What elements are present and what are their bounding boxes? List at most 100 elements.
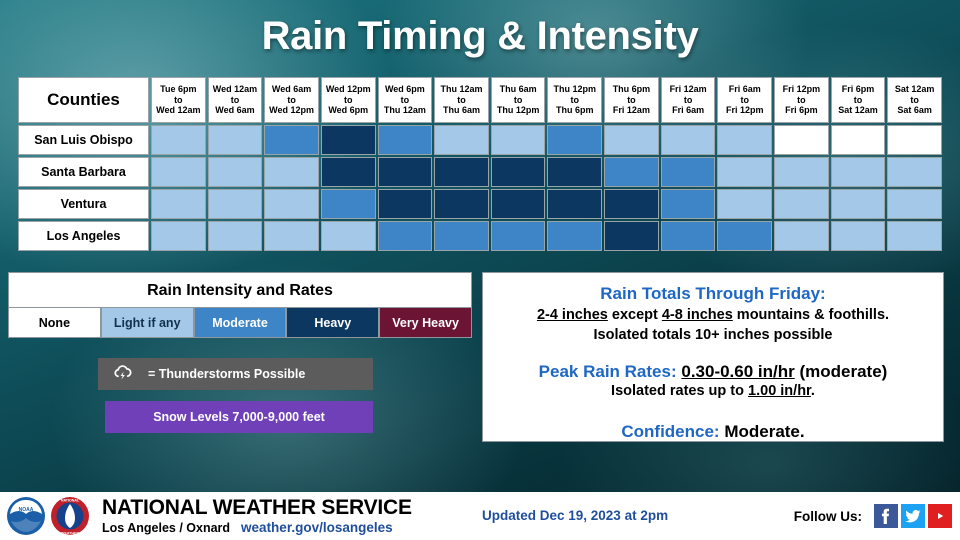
totals-tail: mountains & foothills. xyxy=(732,307,890,323)
counties-header: Counties xyxy=(18,77,149,123)
table-row: Los Angeles xyxy=(18,221,942,251)
snow-level-box: Snow Levels 7,000-9,000 feet xyxy=(105,401,373,433)
office-name: Los Angeles / Oxnard xyxy=(102,520,231,535)
period-header-7: Thu 6am to Thu 12pm xyxy=(490,77,546,123)
period-header-1: Tue 6pm to Wed 12am xyxy=(151,77,206,123)
intensity-cell xyxy=(887,157,942,187)
intensity-cell xyxy=(717,221,773,251)
intensity-cell xyxy=(434,157,489,187)
intensity-cell xyxy=(830,221,886,251)
timing-table-container: Counties Tue 6pm to Wed 12am Wed 12am to Wed … xyxy=(16,75,944,253)
rates-line2-post: . xyxy=(810,383,815,400)
confidence-heading: Confidence: xyxy=(621,421,720,441)
intensity-cell xyxy=(490,157,546,187)
totals-connector: except xyxy=(607,307,662,323)
intensity-cell xyxy=(151,221,206,251)
thunderstorm-icon xyxy=(112,363,134,385)
totals-range-high: 4-8 inches xyxy=(661,307,733,323)
follow-us-group: Follow Us: xyxy=(794,504,952,528)
table-body: San Luis Obispo Santa Barbara Ventura Los A… xyxy=(18,125,942,251)
intensity-cell xyxy=(264,157,319,187)
period-header-14: Sat 12am to Sat 6am xyxy=(887,77,942,123)
rates-line2-value: 1.00 in/hr xyxy=(748,383,811,400)
twitter-icon[interactable] xyxy=(901,504,925,528)
intensity-cell xyxy=(377,125,433,155)
intensity-cell xyxy=(490,189,546,219)
rain-timing-table: Counties Tue 6pm to Wed 12am Wed 12am to Wed … xyxy=(16,75,944,253)
intensity-cell xyxy=(207,157,263,187)
table-header-row: Counties Tue 6pm to Wed 12am Wed 12am to Wed … xyxy=(18,77,942,123)
rates-qualifier: (moderate) xyxy=(794,362,888,382)
facebook-icon[interactable] xyxy=(874,504,898,528)
intensity-cell xyxy=(717,189,773,219)
intensity-cell xyxy=(660,221,716,251)
period-header-9: Thu 6pm to Fri 12am xyxy=(604,77,659,123)
svg-text:NATIONAL: NATIONAL xyxy=(61,499,80,503)
intensity-cell xyxy=(830,157,886,187)
intensity-cell xyxy=(660,157,716,187)
intensity-cell xyxy=(717,157,773,187)
rates-line-2: Isolated rates up to 1.00 in/hr. xyxy=(483,382,943,402)
table-row: Ventura xyxy=(18,189,942,219)
youtube-icon[interactable] xyxy=(928,504,952,528)
intensity-cell xyxy=(660,125,716,155)
legend-panel: Rain Intensity and Rates None Light if an… xyxy=(8,272,472,338)
intensity-cell xyxy=(774,189,829,219)
thunderstorm-legend-box: = Thunderstorms Possible xyxy=(98,358,373,390)
intensity-cell xyxy=(434,221,489,251)
legend-swatch-moderate: Moderate xyxy=(193,308,287,338)
updated-timestamp: Updated Dec 19, 2023 at 2pm xyxy=(482,508,669,523)
svg-text:WEATHER: WEATHER xyxy=(61,531,79,535)
period-header-4: Wed 12pm to Wed 6pm xyxy=(320,77,376,123)
intensity-cell xyxy=(887,221,942,251)
intensity-cell xyxy=(887,189,942,219)
intensity-cell xyxy=(151,157,206,187)
intensity-cell xyxy=(604,125,659,155)
rain-timing-infographic: Rain Timing & Intensity Counties Tue 6pm… xyxy=(0,0,960,540)
intensity-cell xyxy=(320,221,376,251)
intensity-cell xyxy=(151,125,206,155)
period-header-10: Fri 12am to Fri 6am xyxy=(660,77,716,123)
nws-wordmark: NATIONAL WEATHER SERVICE Los Angeles / O… xyxy=(102,497,412,534)
intensity-cell xyxy=(320,157,376,187)
intensity-cell xyxy=(207,125,263,155)
page-title: Rain Timing & Intensity xyxy=(261,14,699,58)
rates-heading: Peak Rain Rates: xyxy=(538,362,677,382)
intensity-cell xyxy=(264,189,319,219)
intensity-cell xyxy=(264,125,319,155)
intensity-cell xyxy=(830,125,886,155)
footer-branding: NOAA NATIONAL WEATHER NATIONAL WEATHER S… xyxy=(0,496,412,536)
period-header-12: Fri 12pm to Fri 6pm xyxy=(774,77,829,123)
period-header-2: Wed 12am to Wed 6am xyxy=(207,77,263,123)
legend-scale: None Light if any Moderate Heavy Very Heavy xyxy=(8,308,472,338)
legend-swatch-heavy: Heavy xyxy=(286,308,380,338)
totals-heading: Rain Totals Through Friday: xyxy=(600,284,826,303)
svg-text:NOAA: NOAA xyxy=(19,507,34,513)
period-header-6: Thu 12am to Thu 6am xyxy=(434,77,489,123)
intensity-cell xyxy=(434,189,489,219)
intensity-cell xyxy=(774,157,829,187)
rates-value: 0.30-0.60 in/hr xyxy=(681,362,795,382)
intensity-cell xyxy=(547,157,603,187)
county-label: Ventura xyxy=(18,189,149,219)
legend-title: Rain Intensity and Rates xyxy=(8,272,472,308)
intensity-cell xyxy=(434,125,489,155)
website-url[interactable]: weather.gov/losangeles xyxy=(241,521,393,535)
intensity-cell xyxy=(604,157,659,187)
intensity-cell xyxy=(547,221,603,251)
period-header-3: Wed 6am to Wed 12pm xyxy=(264,77,319,123)
intensity-cell xyxy=(207,189,263,219)
intensity-cell xyxy=(320,125,376,155)
intensity-cell xyxy=(377,189,433,219)
intensity-cell xyxy=(207,221,263,251)
intensity-cell xyxy=(774,125,829,155)
totals-line-1: 2-4 inches except 4-8 inches mountains &… xyxy=(483,306,943,326)
period-header-11: Fri 6am to Fri 12pm xyxy=(717,77,773,123)
intensity-cell xyxy=(660,189,716,219)
intensity-cell xyxy=(604,189,659,219)
intensity-cell xyxy=(830,189,886,219)
intensity-cell xyxy=(490,125,546,155)
rain-totals-panel: Rain Totals Through Friday: 2-4 inches e… xyxy=(482,272,944,442)
rates-line-1: Peak Rain Rates: 0.30-0.60 in/hr (modera… xyxy=(483,362,943,382)
confidence-value: Moderate. xyxy=(719,421,805,441)
